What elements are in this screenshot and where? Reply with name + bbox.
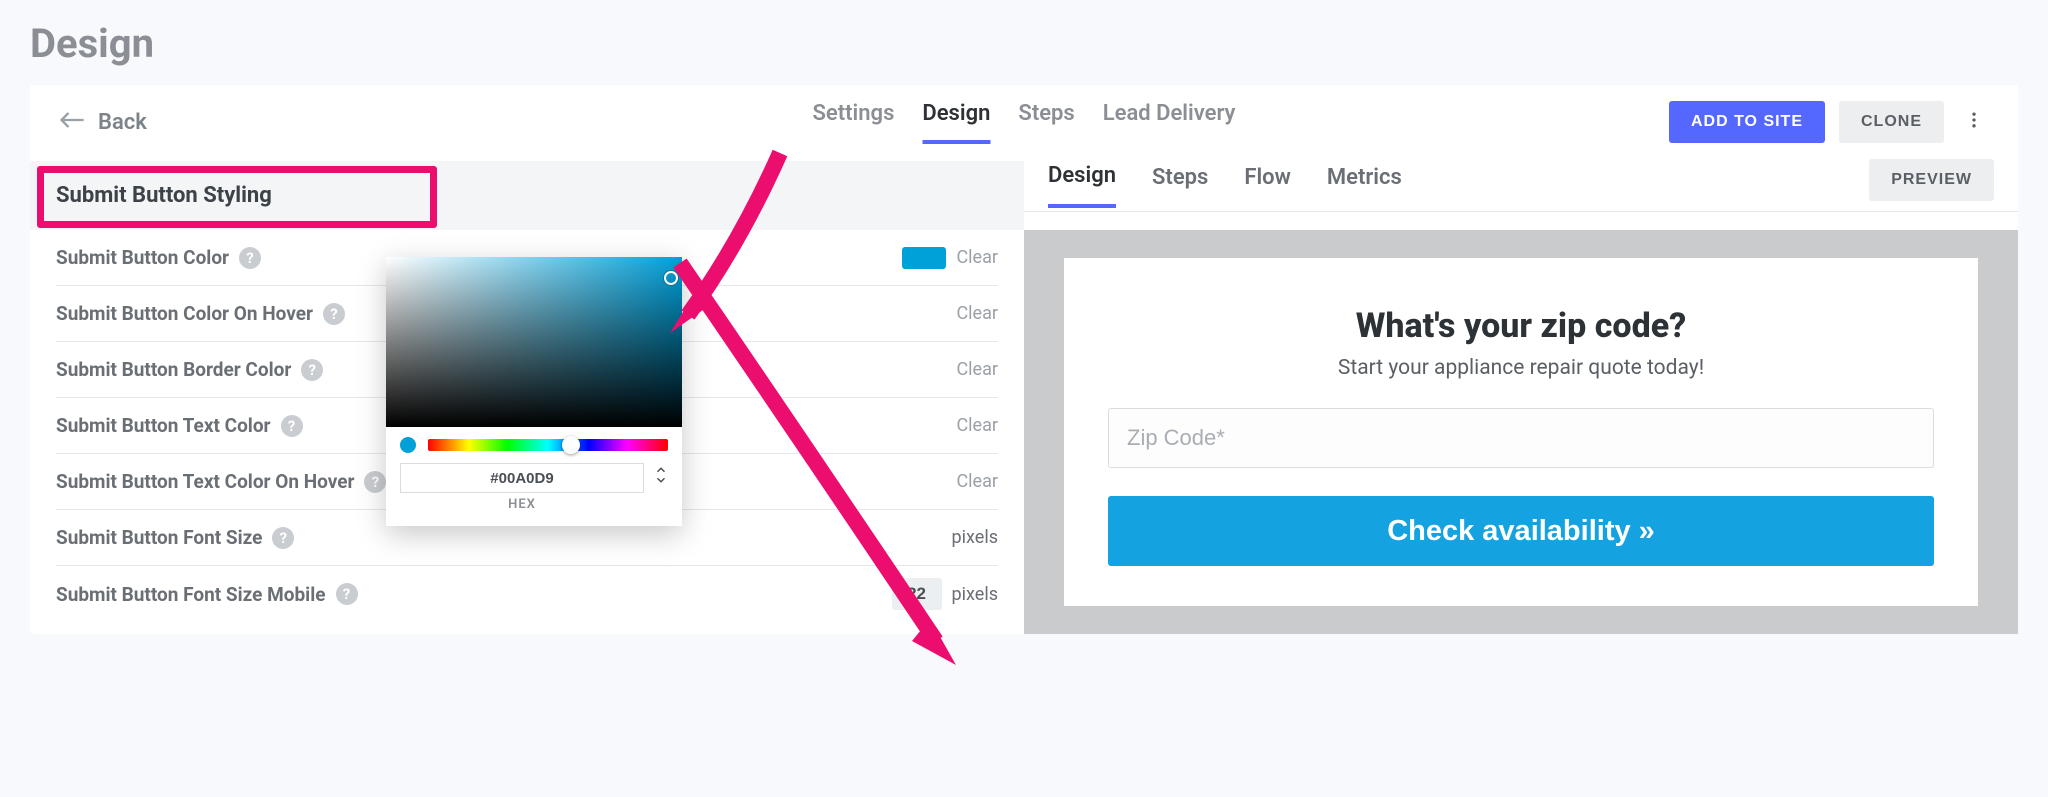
label-submit-button-color-hover: Submit Button Color On Hover [56, 302, 313, 325]
help-icon[interactable]: ? [239, 247, 261, 269]
current-color-dot-icon [400, 437, 416, 453]
font-size-mobile-input[interactable] [892, 578, 942, 610]
preview-tab-steps[interactable]: Steps [1152, 165, 1208, 206]
preview-tab-flow[interactable]: Flow [1244, 165, 1291, 206]
clear-link[interactable]: Clear [956, 247, 998, 268]
color-mode-toggle[interactable] [654, 463, 668, 485]
left-column: Submit Button Styling Submit Button Colo… [30, 143, 1024, 634]
topbar: Back Settings Design Steps Lead Delivery… [30, 85, 2018, 143]
saturation-area[interactable] [386, 257, 682, 427]
preview-button[interactable]: PREVIEW [1869, 159, 1994, 201]
preview-canvas: What's your zip code? Start your applian… [1024, 230, 2018, 634]
page-title: Design [30, 20, 2018, 67]
hue-thumb-icon[interactable] [562, 436, 580, 454]
preview-tab-design[interactable]: Design [1048, 163, 1116, 208]
help-icon[interactable]: ? [323, 303, 345, 325]
label-submit-button-color: Submit Button Color [56, 246, 229, 269]
unit-label: pixels [952, 527, 998, 548]
hex-input[interactable] [400, 463, 644, 493]
clear-link[interactable]: Clear [956, 359, 998, 380]
preview-card: What's your zip code? Start your applian… [1064, 258, 1978, 606]
tab-settings[interactable]: Settings [813, 101, 895, 144]
help-icon[interactable]: ? [272, 527, 294, 549]
label-submit-button-font-size-mobile: Submit Button Font Size Mobile [56, 583, 326, 606]
back-arrow-icon [58, 106, 86, 138]
clone-button[interactable]: CLONE [1839, 101, 1944, 143]
section-header: Submit Button Styling [30, 161, 1024, 230]
tab-design[interactable]: Design [922, 101, 990, 144]
row-submit-button-font-size-mobile: Submit Button Font Size Mobile ? pixels [56, 566, 998, 622]
help-icon[interactable]: ? [336, 583, 358, 605]
clear-link[interactable]: Clear [956, 415, 998, 436]
color-picker: HEX [386, 257, 682, 526]
help-icon[interactable]: ? [281, 415, 303, 437]
preview-tab-metrics[interactable]: Metrics [1327, 165, 1402, 206]
back-button[interactable]: Back [58, 106, 147, 138]
unit-label: pixels [952, 584, 998, 605]
tab-lead-delivery[interactable]: Lead Delivery [1103, 101, 1236, 144]
preview-subheading: Start your appliance repair quote today! [1108, 356, 1934, 380]
label-submit-button-text-color-hover: Submit Button Text Color On Hover [56, 470, 354, 493]
more-menu-icon[interactable] [1958, 104, 1990, 140]
saturation-cursor-icon[interactable] [664, 271, 678, 285]
right-column: Design Steps Flow Metrics PREVIEW What's… [1024, 143, 2018, 634]
label-submit-button-text-color: Submit Button Text Color [56, 414, 271, 437]
top-actions: ADD TO SITE CLONE [1669, 101, 1990, 143]
zip-code-input[interactable] [1108, 408, 1934, 468]
help-icon[interactable]: ? [364, 471, 386, 493]
label-submit-button-border-color: Submit Button Border Color [56, 358, 291, 381]
clear-link[interactable]: Clear [956, 471, 998, 492]
section-title: Submit Button Styling [56, 183, 998, 208]
label-submit-button-font-size: Submit Button Font Size [56, 526, 262, 549]
main-tabs: Settings Design Steps Lead Delivery [813, 101, 1236, 144]
add-to-site-button[interactable]: ADD TO SITE [1669, 101, 1825, 143]
preview-tabs: Design Steps Flow Metrics PREVIEW [1024, 143, 2018, 212]
back-label: Back [98, 110, 147, 135]
preview-heading: What's your zip code? [1108, 306, 1934, 346]
hex-label: HEX [400, 497, 644, 512]
main-panel: Back Settings Design Steps Lead Delivery… [30, 85, 2018, 634]
help-icon[interactable]: ? [301, 359, 323, 381]
clear-link[interactable]: Clear [956, 303, 998, 324]
check-availability-button[interactable]: Check availability » [1108, 496, 1934, 566]
tab-steps[interactable]: Steps [1018, 101, 1074, 144]
hue-slider[interactable] [428, 439, 668, 451]
color-swatch[interactable] [902, 247, 946, 269]
